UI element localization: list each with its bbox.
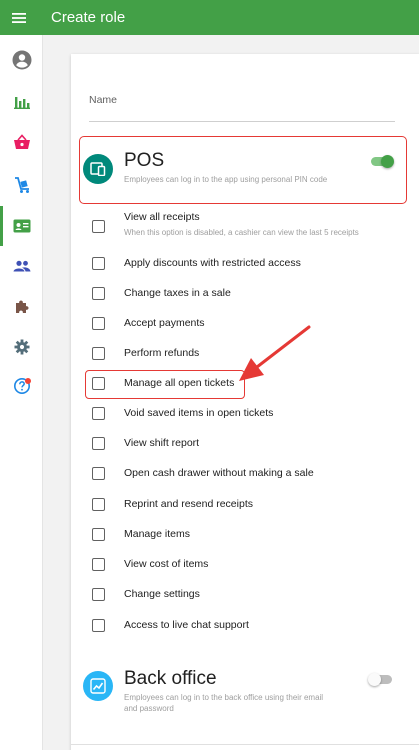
- menu-button[interactable]: [0, 0, 38, 35]
- checkbox[interactable]: [92, 498, 105, 511]
- permission-label: View shift report: [124, 437, 200, 449]
- sidebar-item-account[interactable]: [0, 40, 43, 80]
- account-circle-icon: [12, 50, 31, 70]
- pos-section-description: Employees can log in to the app using pe…: [124, 175, 328, 184]
- checkbox[interactable]: [92, 287, 105, 300]
- permission-label: Apply discounts with restricted access: [124, 257, 301, 269]
- permission-label: Void saved items in open tickets: [124, 407, 274, 419]
- name-field-label[interactable]: Name: [89, 94, 117, 106]
- sidebar-item-sales[interactable]: [0, 122, 43, 162]
- annotation-arrow: [239, 325, 311, 381]
- checkbox[interactable]: [92, 588, 105, 601]
- sidebar-item-help[interactable]: [0, 366, 43, 406]
- sidebar-item-reports[interactable]: [0, 82, 43, 122]
- inventory-cart-icon: [14, 177, 29, 193]
- checkbox[interactable]: [92, 220, 105, 233]
- basket-icon: [13, 134, 30, 149]
- divider: [71, 744, 419, 745]
- permission-label: Accept payments: [124, 317, 205, 329]
- sidebar: [0, 35, 43, 750]
- permission-label: Manage items: [124, 528, 190, 540]
- sidebar-item-employees[interactable]: [0, 206, 43, 246]
- back-office-section-title: Back office: [124, 668, 217, 689]
- permission-label: Change taxes in a sale: [124, 287, 231, 299]
- checkbox[interactable]: [92, 257, 105, 270]
- hamburger-menu-icon: [12, 12, 26, 23]
- permission-label: Access to live chat support: [124, 619, 249, 631]
- back-office-toggle[interactable]: [368, 673, 394, 686]
- permission-label: View all receipts: [124, 211, 200, 223]
- bar-chart-icon: [13, 97, 30, 109]
- notification-dot: [25, 378, 31, 384]
- page-title: Create role: [51, 9, 126, 26]
- people-icon: [13, 260, 30, 272]
- checkbox[interactable]: [92, 467, 105, 480]
- checkbox[interactable]: [92, 347, 105, 360]
- pos-section-icon-bg: [83, 154, 113, 184]
- permission-label: Change settings: [124, 588, 200, 600]
- badge-card-icon: [13, 219, 30, 233]
- sidebar-item-settings[interactable]: [0, 327, 43, 367]
- checkbox[interactable]: [92, 407, 105, 420]
- permission-label: View cost of items: [124, 558, 209, 570]
- checkbox[interactable]: [92, 619, 105, 632]
- analytics-icon: [90, 678, 106, 694]
- puzzle-icon: [15, 300, 29, 313]
- gear-icon: [14, 339, 29, 355]
- checkbox[interactable]: [92, 558, 105, 571]
- permission-sublabel: When this option is disabled, a cashier …: [124, 228, 359, 237]
- permission-label: Perform refunds: [124, 347, 200, 359]
- name-input-underline[interactable]: [89, 121, 395, 122]
- app-bar: Create role: [0, 0, 419, 35]
- sidebar-item-integrations[interactable]: [0, 287, 43, 327]
- annotation-highlight-box: [85, 370, 245, 399]
- devices-icon: [90, 162, 106, 176]
- back-office-section-description: Employees can log in to the back office …: [124, 693, 324, 713]
- checkbox[interactable]: [92, 528, 105, 541]
- checkbox[interactable]: [92, 317, 105, 330]
- sidebar-item-customers[interactable]: [0, 246, 43, 286]
- pos-toggle[interactable]: [369, 155, 395, 168]
- permission-label: Reprint and resend receipts: [124, 498, 253, 510]
- permission-label: Open cash drawer without making a sale: [124, 467, 314, 479]
- pos-section-title: POS: [124, 150, 165, 171]
- sidebar-item-inventory[interactable]: [0, 165, 43, 205]
- checkbox[interactable]: [92, 437, 105, 450]
- back-office-icon-bg: [83, 671, 113, 701]
